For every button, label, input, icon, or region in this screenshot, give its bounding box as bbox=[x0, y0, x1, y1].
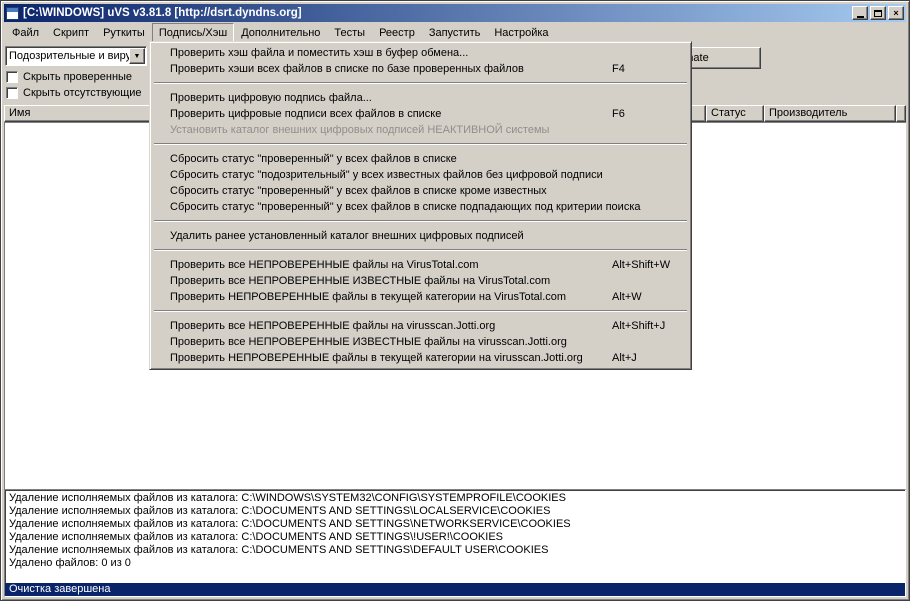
menu-signature-hash[interactable]: Подпись/Хэш bbox=[151, 23, 235, 42]
titlebar[interactable]: [C:\WINDOWS] uVS v3.81.8 [http://dsrt.dy… bbox=[4, 4, 906, 22]
hide-missing-label: Скрыть отсутствующие bbox=[23, 86, 142, 99]
menu-additional[interactable]: Дополнительно bbox=[234, 23, 327, 42]
app-icon[interactable] bbox=[6, 6, 19, 20]
menu-item-jotti-all-unchecked[interactable]: Проверить все НЕПРОВЕРЕННЫЕ файлы на vir… bbox=[152, 318, 689, 334]
menu-item-virustotal-known-unchecked[interactable]: Проверить все НЕПРОВЕРЕННЫЕ ИЗВЕСТНЫЕ фа… bbox=[152, 273, 689, 289]
hide-missing-checkbox[interactable]: Скрыть отсутствующие bbox=[6, 86, 142, 99]
log-line[interactable]: Удаление исполняемых файлов из каталога:… bbox=[5, 505, 905, 518]
menu-item-reset-checked-status-all[interactable]: Сбросить статус "проверенный" у всех фай… bbox=[152, 151, 689, 167]
log-line[interactable]: Удаление исполняемых файлов из каталога:… bbox=[5, 531, 905, 544]
maximize-icon bbox=[874, 9, 882, 17]
window-title: [C:\WINDOWS] uVS v3.81.8 [http://dsrt.dy… bbox=[23, 7, 302, 19]
menu-item-reset-suspicious-status[interactable]: Сбросить статус "подозрительный" у всех … bbox=[152, 167, 689, 183]
menu-script[interactable]: Скрипт bbox=[46, 23, 96, 42]
app-window: [C:\WINDOWS] uVS v3.81.8 [http://dsrt.dy… bbox=[0, 0, 910, 601]
hide-checked-label: Скрыть проверенные bbox=[23, 70, 133, 83]
menu-item-virustotal-all-unchecked[interactable]: Проверить все НЕПРОВЕРЕННЫЕ файлы на Vir… bbox=[152, 257, 689, 273]
hide-missing-checkbox-box[interactable] bbox=[6, 86, 18, 99]
log-line[interactable]: Удаление исполняемых файлов из каталога:… bbox=[5, 518, 905, 531]
hide-checked-checkbox[interactable]: Скрыть проверенные bbox=[6, 70, 132, 83]
menu-separator bbox=[154, 82, 687, 84]
menu-file[interactable]: Файл bbox=[5, 23, 46, 42]
menu-item-jotti-known-unchecked[interactable]: Проверить все НЕПРОВЕРЕННЫЕ ИЗВЕСТНЫЕ фа… bbox=[152, 334, 689, 350]
menu-item-delete-external-signatures-catalog[interactable]: Удалить ранее установленный каталог внеш… bbox=[152, 228, 689, 244]
menu-item-virustotal-current-category[interactable]: Проверить НЕПРОВЕРЕННЫЕ файлы в текущей … bbox=[152, 289, 689, 305]
column-header-status[interactable]: Статус bbox=[706, 105, 764, 122]
menu-item-reset-checked-except-known[interactable]: Сбросить статус "проверенный" у всех фай… bbox=[152, 183, 689, 199]
column-header-manufacturer[interactable]: Производитель bbox=[764, 105, 896, 122]
menu-item-set-external-signatures-catalog: Установить каталог внешних цифровых подп… bbox=[170, 124, 550, 136]
menu-separator bbox=[154, 249, 687, 251]
category-combobox[interactable]: Подозрительные и вирусы ▼ bbox=[5, 46, 147, 66]
menu-rootkits[interactable]: Руткиты bbox=[96, 23, 152, 42]
minimize-icon bbox=[856, 15, 864, 18]
menu-item-check-all-signatures[interactable]: Проверить цифровые подписи всех файлов в… bbox=[152, 106, 689, 122]
log-status-line[interactable]: Очистка завершена bbox=[5, 583, 905, 596]
menu-item-reset-checked-matching-criteria[interactable]: Сбросить статус "проверенный" у всех фай… bbox=[152, 199, 689, 215]
menu-item-check-file-signature[interactable]: Проверить цифровую подпись файла... bbox=[152, 90, 689, 106]
minimize-button[interactable] bbox=[852, 6, 868, 20]
menu-separator bbox=[154, 310, 687, 312]
menu-tests[interactable]: Тесты bbox=[327, 23, 372, 42]
close-button[interactable]: × bbox=[888, 6, 904, 20]
maximize-button[interactable] bbox=[870, 6, 886, 20]
log-pane[interactable]: Удаление исполняемых файлов из каталога:… bbox=[4, 489, 906, 597]
log-list: Удаление исполняемых файлов из каталога:… bbox=[5, 490, 905, 596]
hide-checked-checkbox-box[interactable] bbox=[6, 70, 18, 83]
menu-settings[interactable]: Настройка bbox=[487, 23, 555, 42]
menu-separator bbox=[154, 143, 687, 145]
close-icon: × bbox=[893, 7, 899, 18]
chevron-down-icon: ▼ bbox=[133, 52, 141, 60]
combobox-dropdown-button[interactable]: ▼ bbox=[129, 48, 145, 64]
column-header-filler bbox=[896, 105, 906, 122]
log-line[interactable]: Удаление исполняемых файлов из каталога:… bbox=[5, 492, 905, 505]
log-line[interactable]: Удалено файлов: 0 из 0 bbox=[5, 557, 905, 570]
menu-item-jotti-current-category[interactable]: Проверить НЕПРОВЕРЕННЫЕ файлы в текущей … bbox=[152, 350, 689, 366]
signature-hash-menu-popup: Проверить хэш файла и поместить хэш в бу… bbox=[149, 41, 692, 370]
menu-item-check-file-hash[interactable]: Проверить хэш файла и поместить хэш в бу… bbox=[152, 45, 689, 61]
menu-separator bbox=[154, 220, 687, 222]
menu-item-check-all-hashes[interactable]: Проверить хэши всех файлов в списке по б… bbox=[152, 61, 689, 77]
menu-registry[interactable]: Реестр bbox=[372, 23, 422, 42]
log-line[interactable]: Удаление исполняемых файлов из каталога:… bbox=[5, 544, 905, 557]
category-combobox-value: Подозрительные и вирусы bbox=[9, 50, 129, 62]
menu-run[interactable]: Запустить bbox=[422, 23, 488, 42]
menu-bar: Файл Скрипт Руткиты Подпись/Хэш Дополнит… bbox=[4, 23, 906, 42]
